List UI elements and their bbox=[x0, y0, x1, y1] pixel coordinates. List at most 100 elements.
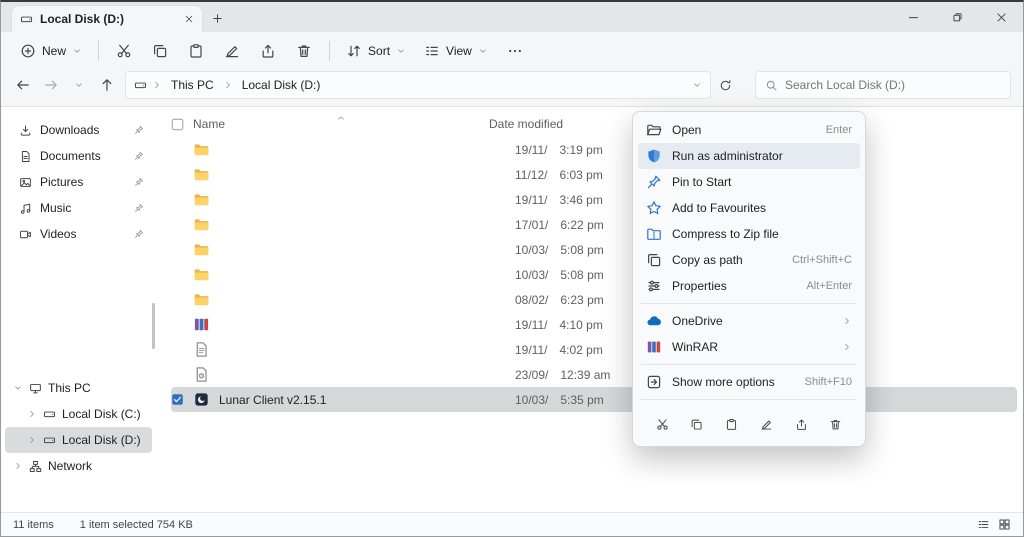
menu-item-winrar[interactable]: WinRAR bbox=[638, 334, 860, 360]
search-icon bbox=[765, 79, 778, 92]
breadcrumb-local-disk-d[interactable]: Local Disk (D:) bbox=[238, 76, 325, 94]
breadcrumb-this-pc[interactable]: This PC bbox=[167, 76, 218, 94]
chevron-down-icon[interactable] bbox=[13, 383, 23, 393]
recent-locations-button[interactable] bbox=[65, 71, 93, 99]
rename-button[interactable] bbox=[214, 36, 250, 66]
checked-checkbox-icon[interactable] bbox=[171, 393, 184, 406]
up-button[interactable] bbox=[93, 71, 121, 99]
sidebar-item-label: Music bbox=[40, 201, 71, 215]
sidebar-item-documents[interactable]: Documents bbox=[5, 143, 152, 169]
file-list: 19/11/ 3:19 pm File folder 11/12/ 6:03 p… bbox=[171, 137, 1017, 412]
copy-button[interactable] bbox=[685, 412, 709, 436]
copy-icon bbox=[690, 418, 703, 431]
maximize-button[interactable] bbox=[935, 2, 979, 32]
menu-item-show-more-options[interactable]: Show more options Shift+F10 bbox=[638, 369, 860, 395]
file-row-4[interactable]: 10/03/ 5:08 pm File folder bbox=[171, 237, 1017, 262]
forward-button[interactable] bbox=[37, 71, 65, 99]
back-button[interactable] bbox=[9, 71, 37, 99]
titlebar: Local Disk (D:) bbox=[1, 2, 1023, 32]
sidebar-item-label: Local Disk (C:) bbox=[62, 407, 141, 421]
search-input[interactable] bbox=[785, 78, 1001, 92]
file-row-6[interactable]: 08/02/ 6:23 pm File folder bbox=[171, 287, 1017, 312]
status-bar: 11 items 1 item selected 754 KB bbox=[1, 512, 1023, 536]
menu-item-add-to-favourites[interactable]: Add to Favourites bbox=[638, 195, 860, 221]
file-row-7[interactable]: 19/11/ 4:10 pm WinRAR ZIP archive bbox=[171, 312, 1017, 337]
menu-item-run-as-administrator[interactable]: Run as administrator bbox=[638, 143, 860, 169]
file-row-3[interactable]: 17/01/ 6:22 pm File folder bbox=[171, 212, 1017, 237]
star-icon bbox=[646, 200, 662, 216]
paste-button[interactable] bbox=[720, 412, 744, 436]
rename-icon bbox=[760, 418, 773, 431]
view-button[interactable]: View bbox=[415, 38, 497, 64]
address-bar[interactable]: This PC Local Disk (D:) bbox=[125, 71, 711, 99]
share-button[interactable] bbox=[789, 412, 813, 436]
menu-item-compress-to-zip-file[interactable]: Compress to Zip file bbox=[638, 221, 860, 247]
sidebar-item-label: Network bbox=[48, 459, 92, 473]
back-icon bbox=[15, 77, 31, 93]
sidebar-item-pictures[interactable]: Pictures bbox=[5, 169, 152, 195]
toolbar-divider bbox=[98, 41, 99, 61]
file-row-1[interactable]: 11/12/ 6:03 pm File folder bbox=[171, 162, 1017, 187]
delete-button[interactable] bbox=[824, 412, 848, 436]
menu-item-properties[interactable]: Properties Alt+Enter bbox=[638, 273, 860, 299]
paste-button[interactable] bbox=[178, 36, 214, 66]
sidebar-item-label: Pictures bbox=[40, 175, 83, 189]
textdoc-icon bbox=[193, 341, 210, 358]
sidebar-item-local-disk-c[interactable]: Local Disk (C:) bbox=[5, 401, 152, 427]
sidebar-item-music[interactable]: Music bbox=[5, 195, 152, 221]
file-row-2[interactable]: 19/11/ 3:46 pm File folder bbox=[171, 187, 1017, 212]
file-name: Lunar Client v2.15.1 bbox=[219, 393, 515, 407]
more-options-button[interactable] bbox=[497, 36, 533, 66]
location-icon bbox=[134, 79, 147, 92]
chevron-right-icon[interactable] bbox=[27, 435, 37, 445]
cut-button[interactable] bbox=[650, 412, 674, 436]
menu-item-copy-as-path[interactable]: Copy as path Ctrl+Shift+C bbox=[638, 247, 860, 273]
sidebar-item-videos[interactable]: Videos bbox=[5, 221, 152, 247]
sort-button[interactable]: Sort bbox=[337, 38, 415, 64]
zip-icon bbox=[193, 316, 210, 333]
chevron-right-icon[interactable] bbox=[27, 409, 37, 419]
file-row-8[interactable]: 19/11/ 4:02 pm Text Document bbox=[171, 337, 1017, 362]
menu-item-onedrive[interactable]: OneDrive bbox=[638, 308, 860, 334]
file-row-0[interactable]: 19/11/ 3:19 pm File folder bbox=[171, 137, 1017, 162]
sidebar-item-network[interactable]: Network bbox=[5, 453, 152, 479]
file-row-10[interactable]: Lunar Client v2.15.1 10/03/ 5:35 pm Appl… bbox=[171, 387, 1017, 412]
column-header-name[interactable]: Name bbox=[193, 117, 489, 131]
file-row-9[interactable]: 23/09/ 12:39 am Application extension bbox=[171, 362, 1017, 387]
folder-icon bbox=[193, 291, 210, 308]
copy-button[interactable] bbox=[142, 36, 178, 66]
explorer-tab[interactable]: Local Disk (D:) bbox=[11, 5, 203, 32]
sidebar-scrollbar[interactable] bbox=[152, 303, 155, 349]
ellipsis-icon bbox=[507, 43, 523, 59]
tab-close-icon[interactable] bbox=[184, 14, 194, 24]
menu-item-open[interactable]: Open Enter bbox=[638, 117, 860, 143]
minimize-button[interactable] bbox=[891, 2, 935, 32]
sidebar-item-downloads[interactable]: Downloads bbox=[5, 117, 152, 143]
share-button[interactable] bbox=[250, 36, 286, 66]
sidebar-item-local-disk-d[interactable]: Local Disk (D:) bbox=[5, 427, 152, 453]
sidebar-item-this-pc[interactable]: This PC bbox=[5, 375, 152, 401]
new-tab-button[interactable] bbox=[203, 5, 231, 32]
close-button[interactable] bbox=[979, 2, 1023, 32]
chevron-right-icon[interactable] bbox=[13, 461, 23, 471]
copy-icon bbox=[152, 43, 168, 59]
sidebar-item-label: This PC bbox=[48, 381, 91, 395]
properties-icon bbox=[646, 278, 662, 294]
delete-button[interactable] bbox=[286, 36, 322, 66]
menu-item-pin-to-start[interactable]: Pin to Start bbox=[638, 169, 860, 195]
details-view-button[interactable] bbox=[977, 518, 990, 531]
refresh-button[interactable] bbox=[711, 71, 739, 99]
cut-button[interactable] bbox=[106, 36, 142, 66]
search-box[interactable] bbox=[755, 71, 1011, 99]
file-row-5[interactable]: 10/03/ 5:08 pm File folder bbox=[171, 262, 1017, 287]
rename-button[interactable] bbox=[754, 412, 778, 436]
address-dropdown-icon[interactable] bbox=[692, 80, 702, 90]
sidebar-spacer bbox=[1, 247, 156, 375]
new-button[interactable]: New bbox=[11, 38, 91, 64]
select-all-checkbox[interactable] bbox=[171, 118, 184, 131]
large-icons-view-button[interactable] bbox=[998, 518, 1011, 531]
list-header: Name Date modified Type bbox=[171, 111, 1017, 137]
view-icon bbox=[424, 43, 440, 59]
column-header-name-label: Name bbox=[193, 117, 225, 131]
menu-item-label: WinRAR bbox=[672, 340, 718, 354]
